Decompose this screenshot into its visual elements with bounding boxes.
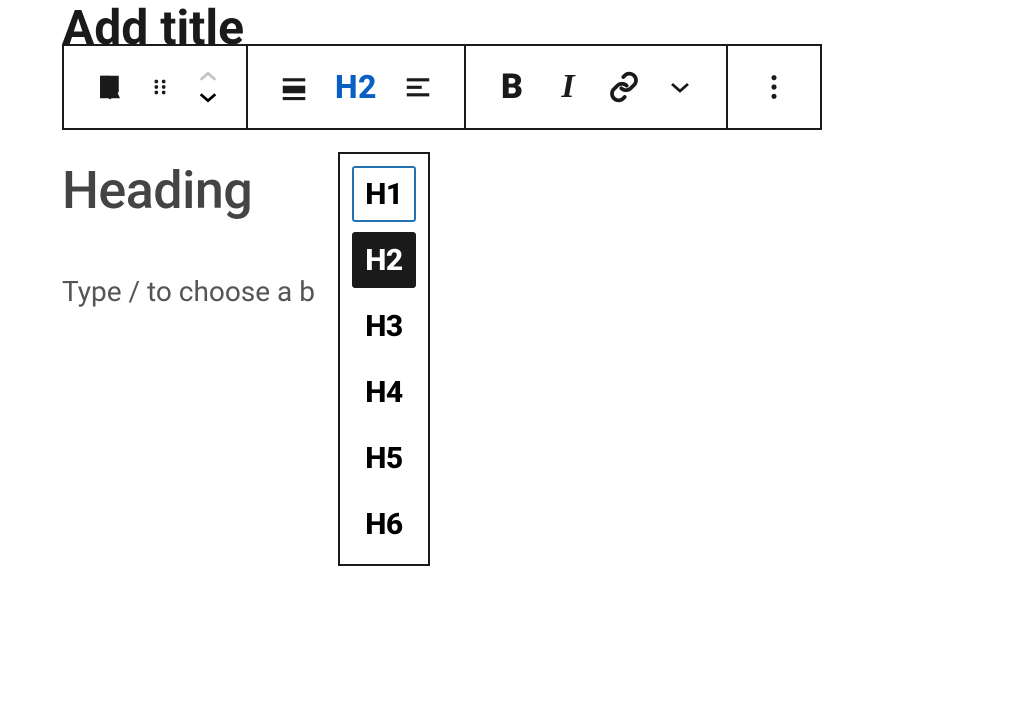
- heading-level-option-h1[interactable]: H1: [352, 166, 416, 222]
- italic-button[interactable]: I: [540, 59, 596, 115]
- toolbar-group-block: [64, 46, 248, 128]
- more-rich-text-button[interactable]: [652, 59, 708, 115]
- heading-level-option-h5[interactable]: H5: [352, 430, 416, 486]
- heading-level-option-h6[interactable]: H6: [352, 496, 416, 552]
- move-up-button: [188, 67, 228, 87]
- link-button[interactable]: [596, 59, 652, 115]
- heading-level-dropdown: H1 H2 H3 H4 H5 H6: [338, 152, 430, 566]
- heading-level-option-h3[interactable]: H3: [352, 298, 416, 354]
- align-button[interactable]: [266, 59, 322, 115]
- toolbar-group-heading: H2: [248, 46, 466, 128]
- text-align-button[interactable]: [390, 59, 446, 115]
- heading-block-icon[interactable]: [82, 59, 138, 115]
- heading-level-button[interactable]: H2: [322, 59, 390, 115]
- more-options-button[interactable]: [754, 59, 794, 115]
- drag-handle-icon[interactable]: [138, 59, 182, 115]
- bold-button[interactable]: B: [484, 59, 540, 115]
- heading-block[interactable]: Heading: [62, 160, 315, 221]
- move-down-button[interactable]: [188, 87, 228, 107]
- move-up-down: [188, 67, 228, 107]
- toolbar-group-format: B I: [466, 46, 728, 128]
- toolbar-group-more: [728, 46, 820, 128]
- editor-content: Heading Type / to choose a b: [62, 160, 315, 308]
- block-toolbar: H2 B I: [62, 44, 822, 130]
- post-title-peek: Add title: [62, 0, 244, 44]
- paragraph-placeholder[interactable]: Type / to choose a b: [62, 275, 315, 308]
- heading-level-option-h2[interactable]: H2: [352, 232, 416, 288]
- heading-level-option-h4[interactable]: H4: [352, 364, 416, 420]
